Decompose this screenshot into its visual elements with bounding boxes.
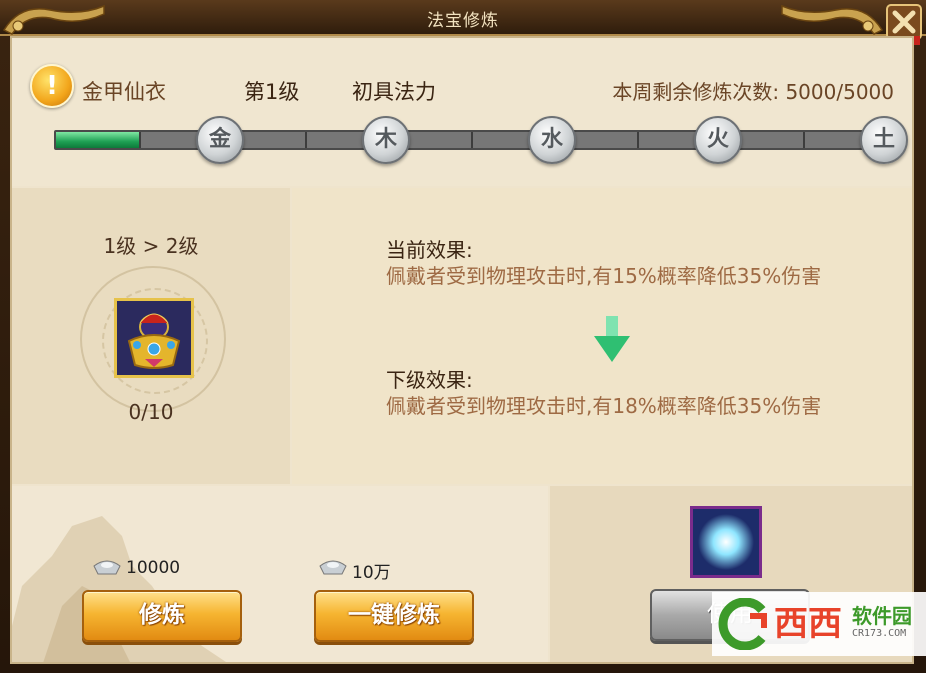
progress-tick [139,132,141,148]
weekly-remaining: 本周剩余修炼次数: 5000/5000 [612,76,894,105]
element-node: 木 [362,116,410,164]
level-change: 1级 > 2级 [103,234,199,258]
silver-ingot-icon [93,560,121,575]
header-section: ! 金甲仙衣 第1级 初具法力 本周剩余修炼次数: 5000/5000 金 木 水 火… [12,38,912,186]
level-label: 第1级 [244,80,300,104]
element-node: 水 [528,116,576,164]
ornament-right-icon [781,4,884,35]
content-panel: ! 金甲仙衣 第1级 初具法力 本周剩余修炼次数: 5000/5000 金 木 水 火… [10,36,914,664]
progress-tick [471,132,473,148]
element-node: 火 [694,116,742,164]
watermark-logo: 西西 软件园 CR173.COM [712,592,926,656]
spirit-orb-icon[interactable] [690,506,762,578]
weekly-value: 5000/5000 [785,80,894,104]
progress-tick [637,132,639,148]
train-all-button[interactable]: 一键修炼 [314,590,474,642]
watermark-url: CR173.COM [852,628,907,639]
effects-section: 当前效果: 佩戴者受到物理攻击时,有15%概率降低35%伤害 下级效果: 佩戴者… [292,188,912,484]
next-effect-title: 下级效果: [386,368,473,392]
down-arrow-icon [594,316,630,362]
current-effect-text: 佩戴者受到物理攻击时,有15%概率降低35%伤害 [386,264,822,288]
item-name: 金甲仙衣 [82,80,166,104]
next-effect-text: 佩戴者受到物理攻击时,有18%概率降低35%伤害 [386,394,822,418]
element-node: 土 [860,116,908,164]
train-all-cost: 10万 [352,563,391,583]
current-effect-title: 当前效果: [386,238,473,262]
train-button[interactable]: 修炼 [82,590,242,642]
train-cost: 10000 [126,558,181,578]
progress-fill [56,132,139,148]
armor-item-icon[interactable] [114,298,194,378]
material-count: 0/10 [128,400,174,424]
train-section: 10000 修炼 10万 一键修炼 [12,486,548,662]
upgrade-section: 1级 > 2级 0/10 [12,188,290,484]
watermark-main: 西西 [774,604,842,644]
stage-label: 初具法力 [352,80,436,104]
progress-tick [803,132,805,148]
info-icon[interactable]: ! [30,64,74,108]
progress-tick [305,132,307,148]
silver-ingot-icon [319,560,347,575]
weekly-label: 本周剩余修炼次数: [612,80,780,104]
progress-bar [54,130,888,150]
title-bar: 法宝修炼 [0,0,926,45]
logo-icon [718,598,767,650]
game-window: 法宝修炼 ! 金甲仙衣 第1级 初具法力 本周剩余修炼次数: 5000/5000… [0,0,926,673]
watermark-sub: 软件园 [852,604,912,628]
element-node: 金 [196,116,244,164]
